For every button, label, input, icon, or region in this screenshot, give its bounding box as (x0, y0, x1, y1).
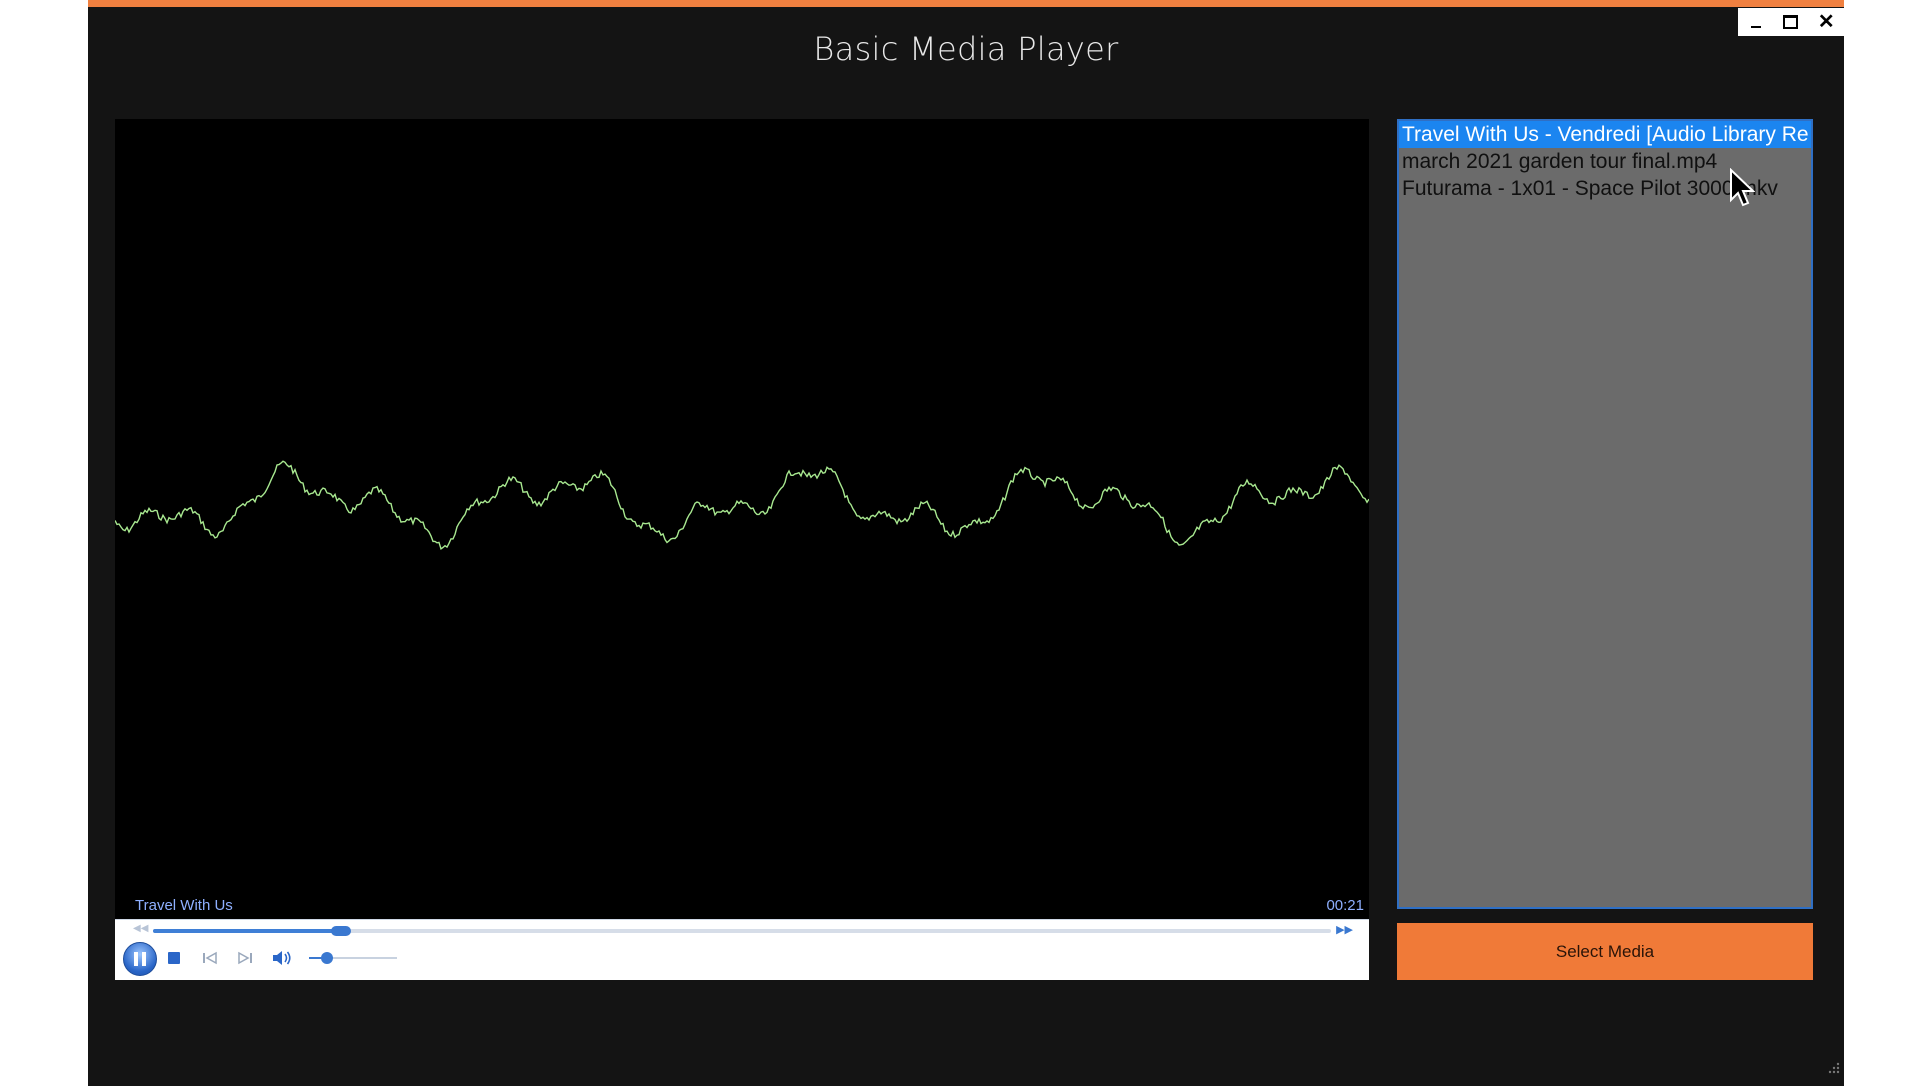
select-media-button[interactable]: Select Media (1397, 923, 1813, 980)
previous-icon (203, 951, 217, 965)
seek-bar-fill (153, 929, 342, 933)
window-controls: ✕ (1738, 8, 1844, 36)
previous-button[interactable] (201, 950, 219, 966)
stop-icon (168, 952, 180, 964)
seek-bar[interactable] (153, 926, 1331, 936)
maximize-icon (1783, 15, 1799, 29)
resize-grip-icon[interactable] (1826, 1060, 1840, 1074)
minimize-icon (1750, 26, 1761, 28)
now-playing-title: Travel With Us (135, 897, 233, 914)
stop-button[interactable] (168, 950, 180, 966)
waveform-visualization (115, 460, 1369, 551)
close-icon: ✕ (1817, 11, 1835, 33)
window-title: Basic Media Player (813, 30, 1119, 68)
elapsed-time: 00:21 (1326, 897, 1364, 914)
volume-slider[interactable] (309, 952, 397, 964)
playlist-item[interactable]: Travel With Us - Vendredi [Audio Library… (1399, 121, 1811, 148)
seek-forward-icon[interactable]: ▶▶ (1336, 923, 1353, 936)
mute-button[interactable] (271, 950, 293, 966)
pause-button[interactable] (123, 942, 157, 976)
close-button[interactable]: ✕ (1811, 9, 1841, 35)
maximize-button[interactable] (1776, 9, 1806, 35)
window-accent-bar (88, 0, 1844, 7)
mouse-cursor-icon (1730, 168, 1755, 207)
seek-bar-thumb[interactable] (331, 926, 352, 936)
next-button[interactable] (236, 950, 254, 966)
video-display[interactable]: Travel With Us 00:21 (115, 119, 1369, 919)
app-window: Basic Media Player ✕ Travel With Us 00:2… (88, 0, 1844, 1086)
transport-controls: ◀◀ ▶▶ (115, 919, 1369, 980)
seek-rewind-icon[interactable]: ◀◀ (133, 923, 148, 934)
playlist[interactable]: Travel With Us - Vendredi [Audio Library… (1397, 119, 1813, 909)
minimize-button[interactable] (1741, 9, 1771, 35)
speaker-icon (273, 951, 291, 965)
volume-slider-thumb[interactable] (320, 952, 333, 964)
next-icon (238, 951, 252, 965)
pause-icon (134, 952, 138, 966)
